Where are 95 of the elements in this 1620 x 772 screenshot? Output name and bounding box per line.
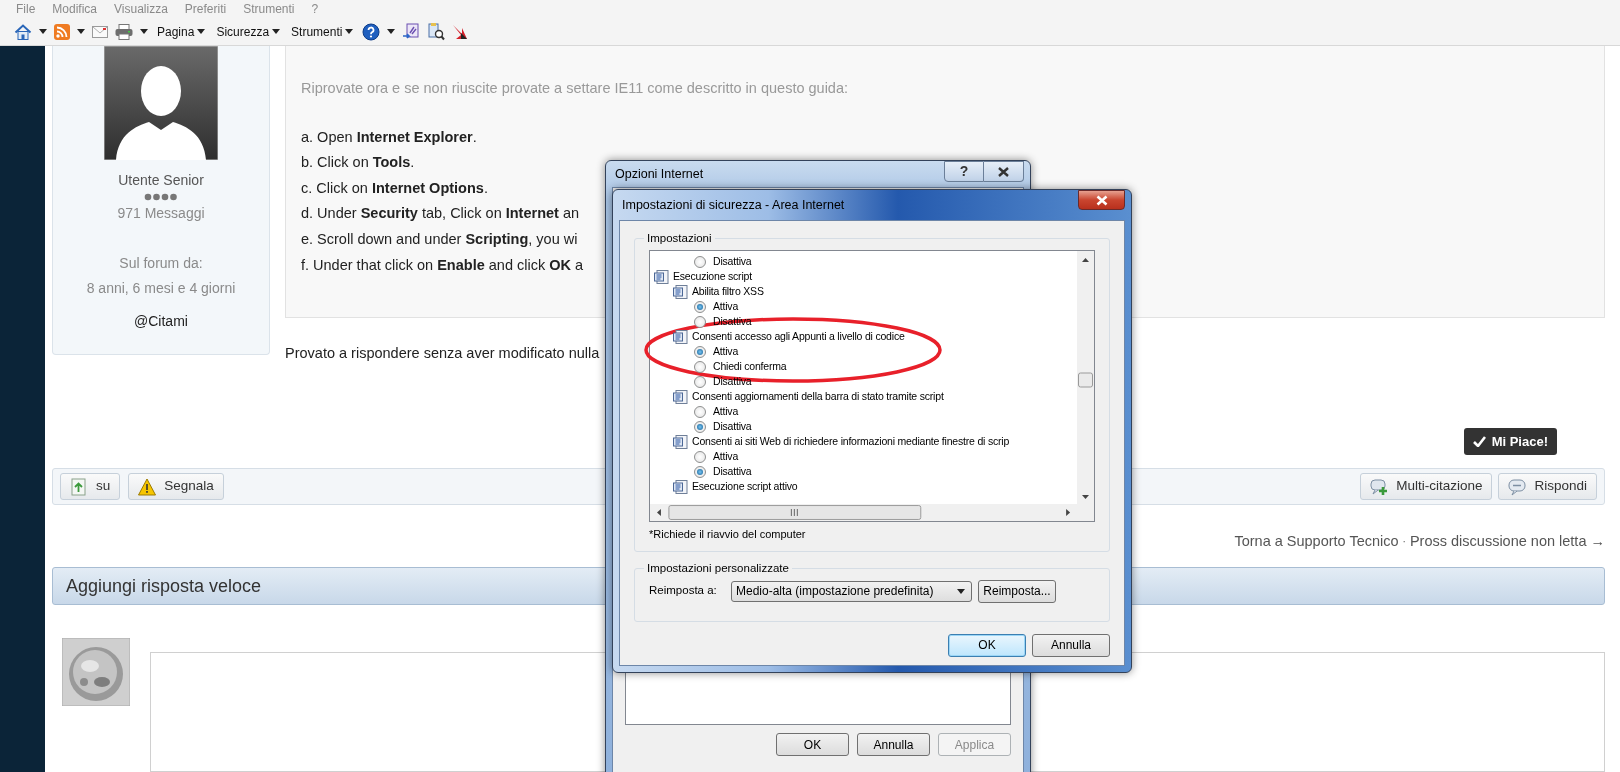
home-icon[interactable] bbox=[14, 22, 32, 41]
setting-label: Consenti aggiornamenti della barra di stato tramite script bbox=[692, 389, 944, 404]
instruction-step: a. Open Internet Explorer. bbox=[301, 124, 477, 151]
document-arrow-icon[interactable] bbox=[402, 22, 421, 41]
option-label: Chiedi conferma bbox=[713, 359, 787, 374]
radio-button[interactable] bbox=[694, 375, 706, 388]
post-action-button[interactable]: su bbox=[60, 473, 121, 501]
settings-list[interactable] bbox=[649, 250, 1095, 522]
setting-label: Abilita filtro XSS bbox=[692, 284, 764, 299]
check-icon bbox=[1472, 435, 1486, 447]
close-icon[interactable] bbox=[998, 166, 1009, 177]
radio-button[interactable] bbox=[694, 405, 706, 418]
cursor-icon[interactable] bbox=[452, 23, 469, 40]
close-button[interactable] bbox=[984, 161, 1024, 182]
caret-icon[interactable] bbox=[345, 29, 354, 34]
dialog-button[interactable]: OK bbox=[776, 733, 849, 756]
instruction-step: e. Scroll down and under Scripting, you wi bbox=[301, 226, 578, 253]
back-link[interactable]: Torna a Supporto Tecnico bbox=[1234, 530, 1399, 553]
setting-label: Esecuzione script attivo bbox=[692, 479, 798, 494]
caret-icon[interactable] bbox=[197, 29, 206, 34]
page-up-icon bbox=[70, 477, 88, 496]
warning-icon bbox=[138, 477, 157, 496]
vertical-scrollbar[interactable] bbox=[1077, 251, 1094, 506]
rank-title: Utente Senior bbox=[118, 171, 204, 190]
setting-label: Consenti accesso agli Appunti a livello di codice bbox=[692, 329, 905, 344]
member-since-label: Sul forum da: bbox=[119, 254, 203, 273]
close-button[interactable] bbox=[1078, 190, 1125, 210]
instruction-step: f. Under that click on Enable and click OK a bbox=[301, 252, 584, 279]
option-label: Attiva bbox=[713, 344, 739, 359]
instruction-step: d. Under Security tab, Click on Internet an bbox=[301, 201, 580, 227]
caret-icon[interactable] bbox=[272, 29, 281, 34]
option-label: Attiva bbox=[713, 299, 739, 314]
radio-button[interactable] bbox=[694, 465, 706, 478]
horizontal-scrollbar[interactable] bbox=[650, 504, 1094, 521]
dialog-button[interactable]: OK bbox=[948, 633, 1026, 657]
window-title: Opzioni Internet bbox=[615, 165, 704, 183]
reset-button[interactable]: Reimposta... bbox=[978, 579, 1056, 603]
post-action-button[interactable]: Multi-citazione bbox=[1360, 473, 1493, 501]
toolbar-menu-button[interactable]: Pagina bbox=[155, 22, 208, 41]
setting-label: Consenti ai siti Web di richiedere informazioni mediante finestre di scrip bbox=[692, 434, 1010, 449]
post-count: 971 Messaggi bbox=[117, 204, 205, 223]
mail-icon[interactable] bbox=[92, 25, 108, 38]
caret-icon[interactable] bbox=[77, 29, 85, 34]
quote-add-icon bbox=[1370, 477, 1389, 496]
section-title: Aggiungi risposta veloce bbox=[66, 574, 262, 598]
magnifier-icon[interactable] bbox=[427, 22, 446, 41]
toolbar-menu-button[interactable]: Sicurezza bbox=[214, 22, 283, 41]
rss-icon[interactable] bbox=[54, 23, 70, 40]
like-button[interactable]: Mi Piace! bbox=[1463, 427, 1557, 455]
category-label: Esecuzione script bbox=[673, 269, 752, 284]
printer-icon[interactable] bbox=[115, 23, 133, 40]
post-action-button[interactable]: Segnala bbox=[128, 473, 224, 501]
script-icon bbox=[673, 329, 688, 344]
caret-icon[interactable] bbox=[39, 29, 47, 34]
intro-text: Riprovate ora e se non riuscite provate a settare IE11 come descritto in questo guida: bbox=[301, 79, 848, 98]
help-button[interactable]: ? bbox=[944, 161, 984, 182]
radio-button[interactable] bbox=[694, 360, 706, 373]
next-link[interactable]: Pross discussione non letta → bbox=[1409, 530, 1605, 553]
post-action-button[interactable]: Rispondi bbox=[1498, 473, 1597, 501]
caret-icon[interactable] bbox=[957, 588, 965, 594]
option-label: Attiva bbox=[713, 449, 739, 464]
mention-link[interactable]: @Citami bbox=[134, 309, 188, 334]
separator-dot: · bbox=[1402, 534, 1406, 549]
radio-button[interactable] bbox=[694, 315, 706, 328]
reset-label: Reimposta a: bbox=[649, 583, 718, 599]
radio-button[interactable] bbox=[694, 255, 706, 268]
window-title: Impostazioni di sicurezza - Area Internet bbox=[622, 196, 845, 214]
dialog-button[interactable]: Annulla bbox=[857, 733, 930, 756]
option-label: Disattiva bbox=[713, 464, 752, 479]
rank-dots-icon bbox=[144, 193, 178, 201]
toolbar-menu-button[interactable]: Strumenti bbox=[289, 22, 356, 41]
script-icon bbox=[673, 434, 688, 449]
radio-button[interactable] bbox=[694, 345, 706, 358]
instruction-step: b. Click on Tools. bbox=[301, 150, 415, 176]
script-icon bbox=[673, 479, 688, 494]
group-title: Impostazioni bbox=[644, 231, 715, 246]
script-icon bbox=[654, 269, 669, 284]
caret-icon[interactable] bbox=[140, 29, 148, 34]
script-icon bbox=[673, 389, 688, 404]
restart-note: *Richiede il riavvio del computer bbox=[649, 527, 807, 542]
member-since: 8 anni, 6 mesi e 4 giorni bbox=[86, 279, 236, 298]
option-label: Disattiva bbox=[713, 419, 752, 434]
level-dropdown[interactable]: Medio-alta (impostazione predefinita) bbox=[731, 580, 972, 602]
radio-button[interactable] bbox=[694, 300, 706, 313]
script-icon bbox=[673, 284, 688, 299]
speech-bubble-icon bbox=[1508, 477, 1527, 496]
caret-icon[interactable] bbox=[387, 29, 396, 34]
instruction-step: c. Click on Internet Options. bbox=[301, 175, 488, 202]
radio-button[interactable] bbox=[694, 420, 706, 433]
radio-button[interactable] bbox=[694, 450, 706, 463]
reply-text: Provato a rispondere senza aver modificato nulla bbox=[285, 344, 600, 363]
option-label: Attiva bbox=[713, 404, 739, 419]
help-icon[interactable] bbox=[362, 22, 381, 41]
dialog-button[interactable]: Annulla bbox=[1032, 633, 1110, 657]
option-label: Disattiva bbox=[713, 254, 752, 269]
